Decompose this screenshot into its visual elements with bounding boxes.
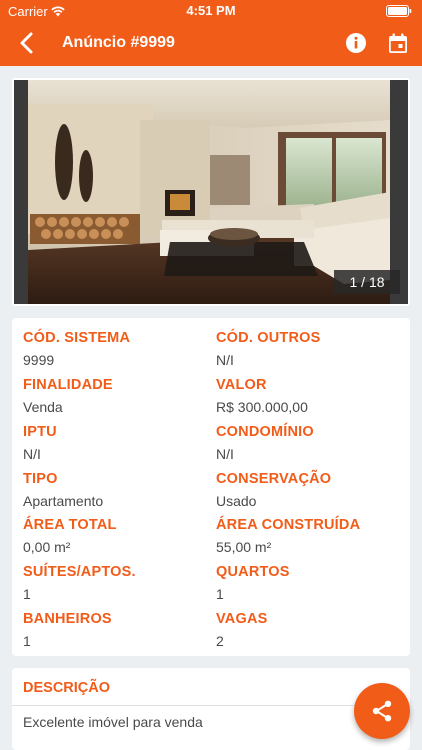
field-value: 0,00 m² xyxy=(23,539,71,555)
field-value: N/I xyxy=(216,352,234,368)
image-counter: 1 / 18 xyxy=(334,270,400,294)
field-label: CÓD. OUTROS xyxy=(216,330,321,346)
field-cod-sistema: CÓD. SISTEMA 9999 xyxy=(23,330,213,368)
details-card: CÓD. SISTEMA 9999 CÓD. OUTROS N/I FINALI… xyxy=(12,318,410,656)
field-value: 55,00 m² xyxy=(216,539,272,555)
field-suites: SUÍTES/APTOS. 1 xyxy=(23,564,213,602)
field-vagas: VAGAS 2 xyxy=(216,611,406,649)
field-valor: VALOR R$ 300.000,00 xyxy=(216,377,406,415)
calendar-icon[interactable] xyxy=(388,33,408,59)
field-label: IPTU xyxy=(23,424,57,440)
field-label: SUÍTES/APTOS. xyxy=(23,564,136,580)
field-conservacao: CONSERVAÇÃO Usado xyxy=(216,471,406,509)
field-value: 1 xyxy=(23,586,31,602)
status-bar: Carrier 4:51 PM xyxy=(0,0,422,22)
photo-gallery[interactable]: 1 / 18 xyxy=(12,78,410,306)
field-iptu: IPTU N/I xyxy=(23,424,213,462)
navigation-bar: Anúncio #9999 xyxy=(0,22,422,66)
field-label: CÓD. SISTEMA xyxy=(23,330,131,346)
field-label: ÁREA TOTAL xyxy=(23,517,117,533)
field-value: 1 xyxy=(216,586,224,602)
divider xyxy=(12,705,410,706)
info-icon[interactable] xyxy=(345,32,367,59)
field-label: TIPO xyxy=(23,471,58,487)
field-tipo: TIPO Apartamento xyxy=(23,471,213,509)
field-label: FINALIDADE xyxy=(23,377,113,393)
field-quartos: QUARTOS 1 xyxy=(216,564,406,602)
page-title: Anúncio #9999 xyxy=(62,34,175,51)
field-value: R$ 300.000,00 xyxy=(216,399,308,415)
back-icon[interactable] xyxy=(14,30,40,61)
field-area-construida: ÁREA CONSTRUÍDA 55,00 m² xyxy=(216,517,406,555)
field-value: N/I xyxy=(23,446,41,462)
field-condominio: CONDOMÍNIO N/I xyxy=(216,424,406,462)
field-banheiros: BANHEIROS 1 xyxy=(23,611,213,649)
field-value: Apartamento xyxy=(23,493,104,509)
field-value: Usado xyxy=(216,493,257,509)
description-card: DESCRIÇÃO Excelente imóvel para venda xyxy=(12,668,410,750)
battery-icon xyxy=(386,5,412,20)
field-label: QUARTOS xyxy=(216,564,290,580)
field-label: VAGAS xyxy=(216,611,268,627)
field-label: CONSERVAÇÃO xyxy=(216,471,332,487)
field-value: 2 xyxy=(216,633,224,649)
field-cod-outros: CÓD. OUTROS N/I xyxy=(216,330,406,368)
field-label: BANHEIROS xyxy=(23,611,112,627)
status-time: 4:51 PM xyxy=(186,3,236,18)
field-value: 1 xyxy=(23,633,31,649)
description-text: Excelente imóvel para venda xyxy=(23,714,203,730)
description-title: DESCRIÇÃO xyxy=(23,680,111,696)
field-finalidade: FINALIDADE Venda xyxy=(23,377,213,415)
field-label: ÁREA CONSTRUÍDA xyxy=(216,517,361,533)
share-button[interactable] xyxy=(354,683,410,739)
share-icon xyxy=(372,700,392,722)
field-value: N/I xyxy=(216,446,234,462)
field-area-total: ÁREA TOTAL 0,00 m² xyxy=(23,517,213,555)
field-label: VALOR xyxy=(216,377,267,393)
field-label: CONDOMÍNIO xyxy=(216,424,314,440)
field-value: 9999 xyxy=(23,352,55,368)
field-value: Venda xyxy=(23,399,63,415)
property-photo[interactable]: 1 / 18 xyxy=(14,80,408,304)
app-header: Carrier 4:51 PM Anúncio #9999 xyxy=(0,0,422,66)
